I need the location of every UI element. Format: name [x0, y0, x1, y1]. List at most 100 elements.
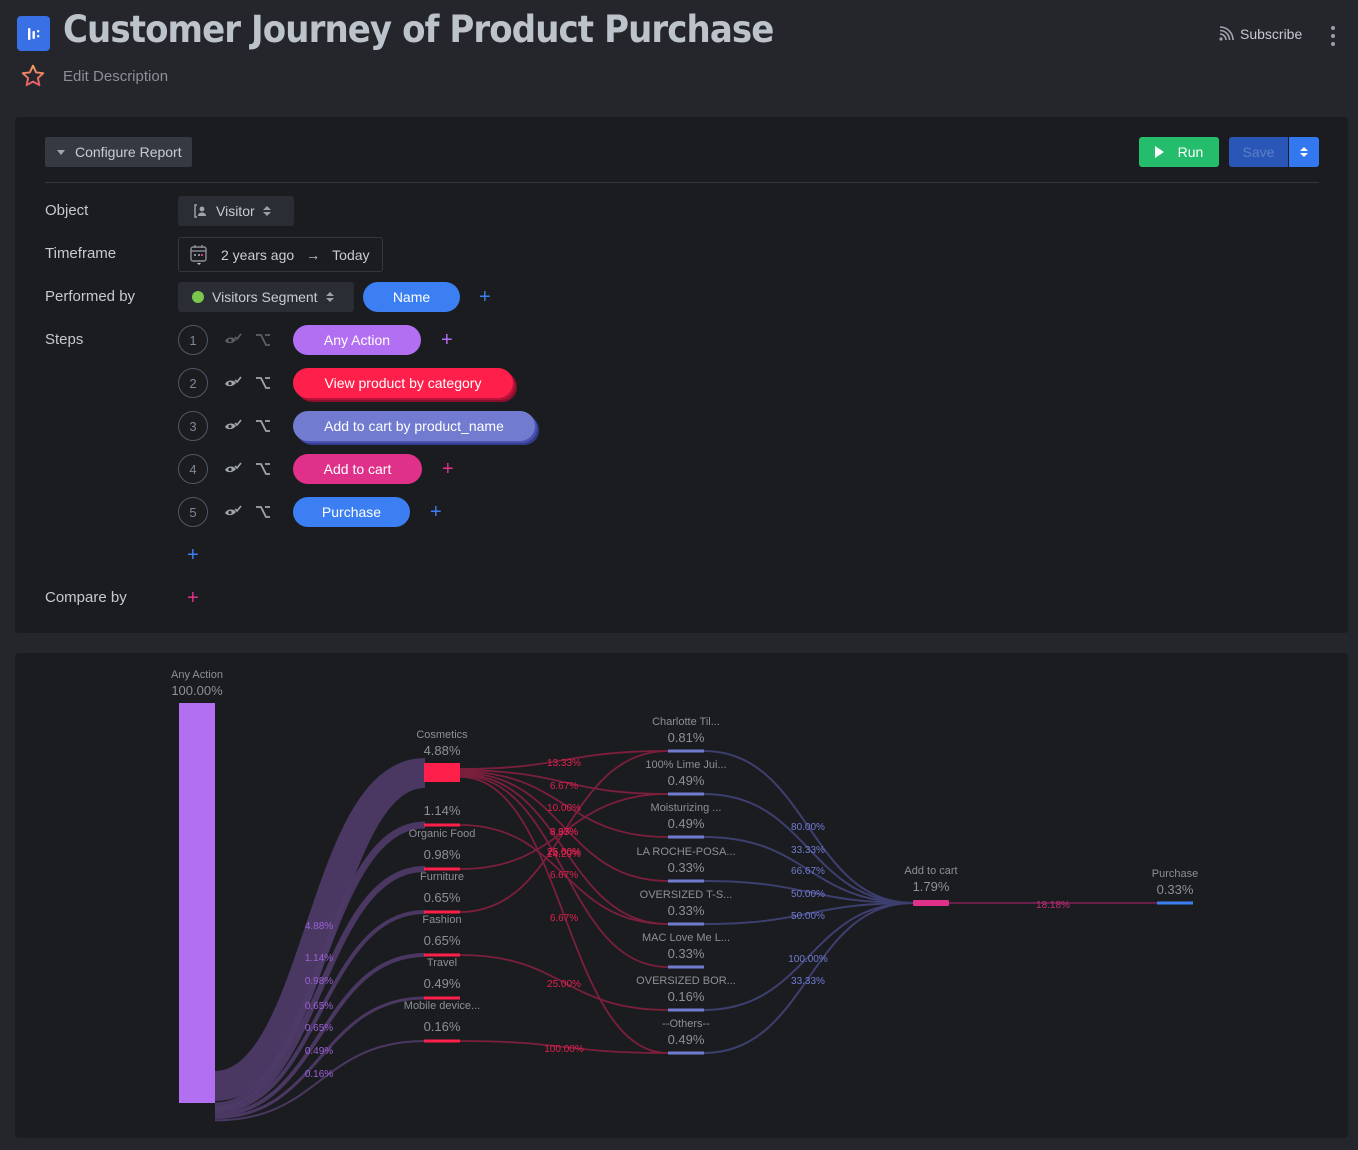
add-property-button[interactable]: +	[479, 287, 491, 307]
node-label: OVERSIZED BOR...	[636, 975, 736, 987]
add-step-filter-button[interactable]: +	[442, 459, 454, 479]
link-label: 100.00%	[788, 954, 828, 965]
node-bar	[668, 835, 704, 839]
link-label: 13.33%	[547, 758, 581, 769]
node-value: 0.33%	[668, 860, 705, 875]
node-value: 0.49%	[668, 816, 705, 831]
sankey-chart: 4.88% 1.14% 0.98% 0.65% 0.65% 0.49% 0.16% 13.33…	[171, 669, 1198, 1122]
run-label: Run	[1177, 144, 1204, 160]
step-event-pill[interactable]: View product by category	[293, 368, 513, 398]
add-compare-button[interactable]: +	[187, 588, 199, 608]
save-button[interactable]: Save	[1229, 137, 1288, 167]
node-label: Moisturizing ...	[651, 802, 722, 814]
star-icon[interactable]	[20, 63, 46, 89]
link-label: 33.33%	[791, 845, 825, 856]
timeframe-picker[interactable]: 2 years ago → Today	[178, 237, 383, 272]
add-step-filter-button[interactable]: +	[430, 502, 442, 522]
link-label: 80.00%	[791, 822, 825, 833]
object-value: Visitor	[216, 203, 255, 219]
step-number: 1	[178, 325, 208, 355]
timeframe-from: 2 years ago	[221, 246, 295, 263]
more-vertical-icon[interactable]	[1326, 26, 1340, 46]
node-value: 0.65%	[424, 890, 461, 905]
link-label: 66.67%	[791, 866, 825, 877]
arrow-right-icon: →	[306, 246, 321, 263]
node-value: 0.65%	[424, 933, 461, 948]
subscribe-button[interactable]: Subscribe	[1218, 26, 1302, 42]
node-value: 0.16%	[668, 989, 705, 1004]
eye-check-icon[interactable]	[224, 462, 242, 476]
compare-by-label: Compare by	[45, 589, 127, 606]
node-bar	[668, 792, 704, 796]
visitor-icon	[194, 204, 206, 218]
add-step-filter-button[interactable]: +	[441, 330, 453, 350]
node-value: 0.33%	[668, 903, 705, 918]
object-select[interactable]: Visitor	[178, 196, 294, 226]
timeframe-to: Today	[332, 246, 370, 263]
configure-report-toggle[interactable]: Configure Report	[45, 137, 192, 167]
link-label: 100.00%	[544, 1044, 584, 1055]
object-label: Object	[45, 202, 89, 219]
segment-color-dot	[192, 291, 204, 303]
node-value: 0.81%	[668, 730, 705, 745]
divider	[45, 182, 1319, 183]
branch-icon[interactable]	[255, 376, 271, 390]
run-button[interactable]: Run	[1139, 137, 1219, 167]
step-number: 2	[178, 368, 208, 398]
branch-icon[interactable]	[255, 419, 271, 433]
node-label: Fashion	[422, 914, 461, 926]
node-bar	[424, 823, 460, 827]
link-label: 0.16%	[305, 1069, 333, 1080]
link-label: 0.65%	[305, 1001, 333, 1012]
save-options-button[interactable]	[1289, 137, 1319, 167]
page-header: Customer Journey of Product Purchase Edi…	[0, 0, 1358, 110]
node-bar	[668, 879, 704, 883]
node-value: 0.49%	[424, 976, 461, 991]
property-name-pill[interactable]: Name	[363, 282, 460, 312]
link-label: 0.65%	[305, 1023, 333, 1034]
branch-icon[interactable]	[255, 505, 271, 519]
node-label: LA ROCHE-POSA...	[636, 846, 735, 858]
eye-check-icon[interactable]	[224, 333, 242, 347]
node-label: Travel	[427, 957, 457, 969]
link-label: 6.67%	[550, 870, 578, 881]
link-label: 1.14%	[305, 953, 333, 964]
eye-check-icon[interactable]	[224, 505, 242, 519]
node-value: 1.14%	[424, 803, 461, 818]
branch-icon[interactable]	[255, 462, 271, 476]
link-label: 18.18%	[1036, 900, 1070, 911]
node-bar	[1157, 901, 1193, 905]
add-step-button[interactable]: +	[187, 545, 199, 565]
eye-check-icon[interactable]	[224, 419, 242, 433]
play-icon	[1154, 146, 1164, 158]
node-label: 100% Lime Jui...	[645, 759, 726, 771]
step-event-pill[interactable]: Add to cart	[293, 454, 422, 484]
node-value: 0.33%	[668, 946, 705, 961]
link-label: 50.00%	[791, 911, 825, 922]
node-label: Cosmetics	[416, 729, 468, 741]
node-value: 0.16%	[424, 1019, 461, 1034]
node-bar	[668, 749, 704, 753]
node-label: Any Action	[171, 669, 223, 681]
segment-select[interactable]: Visitors Segment	[178, 282, 354, 312]
sort-icon	[325, 292, 334, 302]
node-label: Organic Food	[409, 828, 476, 840]
node-label: --Others--	[662, 1018, 710, 1030]
page-title: Customer Journey of Product Purchase	[63, 8, 774, 51]
step-event-pill[interactable]: Purchase	[293, 497, 410, 527]
node-bar	[424, 763, 460, 782]
step-event-pill[interactable]: Any Action	[293, 325, 421, 355]
node-label: Charlotte Til...	[652, 716, 720, 728]
link-label: 33.33%	[791, 976, 825, 987]
eye-check-icon[interactable]	[224, 376, 242, 390]
node-bar	[179, 703, 215, 1103]
caret-down-icon	[57, 149, 65, 155]
node-bar	[668, 1008, 704, 1012]
node-value: 0.49%	[668, 773, 705, 788]
performed-by-label: Performed by	[45, 288, 136, 305]
step-number: 3	[178, 411, 208, 441]
step-number: 5	[178, 497, 208, 527]
branch-icon[interactable]	[255, 333, 271, 347]
edit-description-link[interactable]: Edit Description	[63, 68, 168, 85]
step-event-pill[interactable]: Add to cart by product_name	[293, 411, 535, 441]
